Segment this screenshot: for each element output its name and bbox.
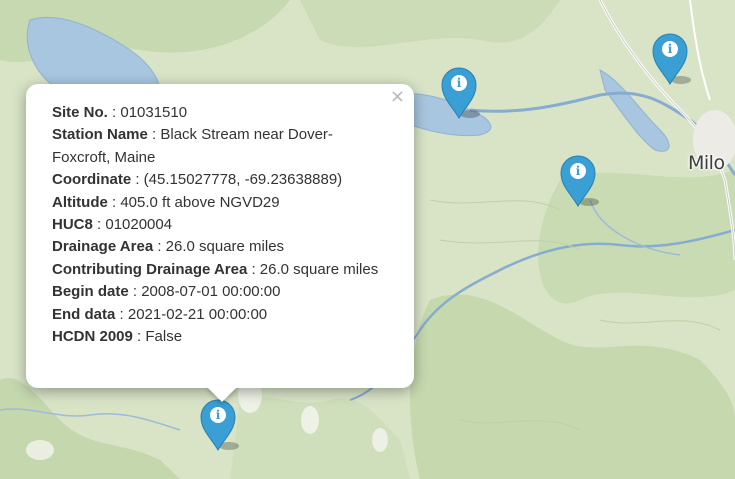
place-label-milo: Milo xyxy=(688,152,725,174)
field-label: Coordinate xyxy=(52,171,132,189)
field-site-no: Site No. : 01031510 xyxy=(52,102,388,124)
field-label: Site No. xyxy=(52,104,108,121)
field-value: : 405.0 ft above NGVD29 xyxy=(112,193,280,211)
field-label: Station Name xyxy=(52,126,148,144)
field-begin-date: Begin date : 2008-07-01 00:00:00 xyxy=(52,281,388,303)
map-marker-selected[interactable]: i xyxy=(199,398,239,452)
field-label: Contributing Drainage Area xyxy=(52,260,248,278)
field-label: HUC8 xyxy=(52,216,93,234)
field-huc8: HUC8 : 01020004 xyxy=(52,214,388,236)
field-value: : 26.0 square miles xyxy=(251,260,379,278)
field-coordinate: Coordinate : (45.15027778, -69.23638889) xyxy=(52,169,388,191)
field-hcdn-2009: HCDN 2009 : False xyxy=(52,326,388,348)
close-icon[interactable]: × xyxy=(390,88,405,106)
map-marker[interactable]: i xyxy=(440,66,480,120)
field-label: Begin date xyxy=(52,283,129,301)
field-value: : 2008-07-01 00:00:00 xyxy=(132,283,281,301)
info-icon: i xyxy=(210,407,226,423)
field-altitude: Altitude : 405.0 ft above NGVD29 xyxy=(52,192,388,214)
map-canvas[interactable]: Milo i i i i × Site No. : 01031510 Stati… xyxy=(0,0,735,479)
field-value: : 2021-02-21 00:00:00 xyxy=(119,305,268,323)
map-marker[interactable]: i xyxy=(559,154,599,208)
info-icon: i xyxy=(662,41,678,57)
field-label: Altitude xyxy=(52,193,108,211)
field-label: End data xyxy=(52,305,116,323)
field-label: HCDN 2009 xyxy=(52,328,133,346)
field-value: : 26.0 square miles xyxy=(157,238,285,256)
field-contributing-drainage-area: Contributing Drainage Area : 26.0 square… xyxy=(52,259,388,281)
field-value: : False xyxy=(137,328,183,346)
field-drainage-area: Drainage Area : 26.0 square miles xyxy=(52,236,388,258)
map-marker[interactable]: i xyxy=(651,32,691,86)
info-icon: i xyxy=(570,163,586,179)
station-info-popup: × Site No. : 01031510 Station Name : Bla… xyxy=(26,84,414,402)
field-station-name: Station Name : Black Stream near Dover-F… xyxy=(52,124,388,169)
field-value: : 01020004 xyxy=(97,216,173,234)
field-label: Drainage Area xyxy=(52,238,154,256)
info-icon: i xyxy=(451,75,467,91)
popup-tip xyxy=(206,386,238,402)
field-value: : (45.15027778, -69.23638889) xyxy=(135,171,343,189)
field-value: : 01031510 xyxy=(112,104,188,121)
field-end-data: End data : 2021-02-21 00:00:00 xyxy=(52,304,388,326)
